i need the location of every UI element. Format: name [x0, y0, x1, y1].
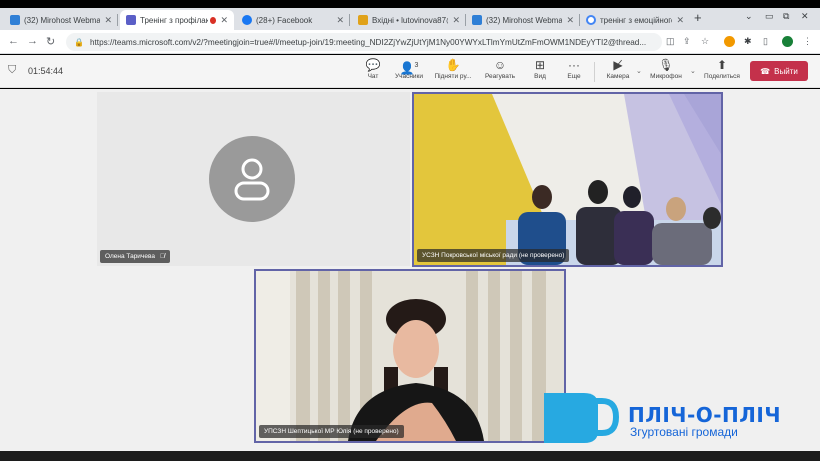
tab-title: Вхідні • lutovinova87@ — [372, 15, 449, 25]
menu-icon[interactable]: ⋮ — [803, 36, 812, 47]
tab-google-search[interactable]: тренінг з емоційного в ✕ — [580, 10, 690, 30]
plich-o-plich-logo: ПЛІЧ-О-ПЛІЧ Згуртовані громади — [538, 387, 818, 447]
chevron-down-icon[interactable]: ⌄ — [690, 67, 696, 75]
taskbar — [0, 451, 820, 461]
participant-name: УСЗН Покровської міської ради (не провер… — [417, 249, 570, 262]
mic-off-icon: 🎙 — [658, 58, 674, 72]
people-icon: 👤3 — [399, 61, 419, 75]
participant-name: Олена Таричева 🎙̸ — [100, 250, 170, 263]
close-icon[interactable]: ✕ — [104, 15, 112, 26]
chevron-down-icon[interactable]: ⌄ — [636, 67, 642, 75]
forward-icon[interactable]: → — [27, 35, 38, 47]
url-text: https://teams.microsoft.com/v2/?meetingj… — [89, 37, 647, 47]
share-icon[interactable]: ⇪ — [683, 36, 691, 47]
tab-search-icon[interactable]: ⌄ — [745, 11, 753, 22]
participant-tile[interactable]: Олена Таричева 🎙̸ — [97, 92, 410, 266]
mic-button[interactable]: 🎙 Микрофон — [646, 58, 686, 80]
leave-button[interactable]: ☎ Выйти — [750, 61, 808, 81]
recording-icon — [210, 16, 217, 24]
share-screen-icon: ⬆ — [716, 58, 728, 72]
close-icon[interactable]: ✕ — [566, 15, 574, 26]
raise-hand-button[interactable]: ✋ Підняти ру... — [433, 58, 473, 80]
participant-name: УПСЗН Шептицької МР Юлія (не проверено) — [259, 425, 404, 438]
facebook-icon — [242, 15, 252, 25]
mail-icon — [472, 15, 482, 25]
meeting-toolbar: ⛉ 01:54:44 💬 Чат 👤3 Учасники ✋ Підняти р… — [0, 55, 820, 88]
camera-blocked-icon[interactable]: ◫ — [666, 36, 675, 47]
camera-off-icon: ▶̸ — [613, 58, 623, 72]
puzzle-icon[interactable]: ✱ — [744, 36, 752, 47]
tab-inbox[interactable]: Вхідні • lutovinova87@ ✕ — [352, 10, 466, 30]
camera-button[interactable]: ▶̸ Камера — [598, 58, 638, 80]
tab-facebook[interactable]: (28+) Facebook ✕ — [236, 10, 350, 30]
shield-icon: ⛉ — [8, 64, 17, 76]
extension-icon[interactable] — [724, 36, 735, 47]
profile-avatar[interactable] — [782, 36, 793, 47]
back-icon[interactable]: ← — [8, 35, 19, 47]
close-icon[interactable]: ✕ — [676, 15, 684, 26]
participant-tile[interactable]: УСЗН Покровської міської ради (не провер… — [412, 92, 723, 267]
envelope-icon — [358, 15, 368, 25]
minimize-button[interactable]: ▭ — [765, 11, 774, 22]
more-button[interactable]: ··· Еще — [554, 58, 594, 80]
close-icon[interactable]: ✕ — [220, 15, 228, 26]
sidebar-icon[interactable]: ▯ — [763, 36, 768, 47]
teams-icon — [126, 15, 136, 25]
chat-icon: 💬 — [365, 58, 381, 72]
share-button[interactable]: ⬆ Поделиться — [702, 58, 742, 80]
tab-title: (32) Mirohost Webmail — [24, 15, 101, 25]
tab-webmail-1[interactable]: (32) Mirohost Webmail ✕ — [4, 10, 118, 30]
mic-muted-icon: 🎙̸ — [159, 253, 165, 260]
meeting-timer: 01:54:44 — [28, 66, 64, 76]
close-window-button[interactable]: ✕ — [801, 11, 809, 22]
new-tab-button[interactable]: + — [694, 10, 702, 25]
tab-webmail-2[interactable]: (32) Mirohost Webmail ✕ — [466, 10, 580, 30]
google-icon — [586, 15, 596, 25]
avatar — [209, 136, 295, 222]
close-icon[interactable]: ✕ — [452, 15, 460, 26]
screen: (32) Mirohost Webmail ✕ Тренінг з профіл… — [0, 0, 820, 461]
tab-teams[interactable]: Тренінг з профілак ✕ — [120, 10, 234, 30]
reload-icon[interactable]: ↻ — [46, 35, 55, 48]
video-feed — [256, 271, 564, 441]
participant-tile[interactable]: УПСЗН Шептицької МР Юлія (не проверено) — [254, 269, 566, 443]
tab-title: Тренінг з профілак — [140, 15, 209, 25]
star-icon[interactable]: ☆ — [701, 36, 709, 47]
smile-icon: ☺ — [493, 58, 507, 72]
logo-title: ПЛІЧ-О-ПЛІЧ — [628, 403, 782, 427]
logo-mark-icon — [544, 393, 620, 443]
url-field[interactable]: 🔒 https://teams.microsoft.com/v2/?meetin… — [66, 33, 662, 51]
more-icon: ··· — [568, 58, 580, 72]
lock-icon: 🔒 — [74, 37, 84, 47]
phone-hangup-icon: ☎ — [760, 66, 771, 76]
restore-button[interactable]: ⧉ — [783, 11, 789, 22]
close-icon[interactable]: ✕ — [336, 15, 344, 26]
person-icon — [234, 158, 270, 201]
react-button[interactable]: ☺ Реагувать — [480, 58, 520, 80]
tab-title: тренінг з емоційного в — [600, 15, 673, 25]
mail-icon — [10, 15, 20, 25]
chat-button[interactable]: 💬 Чат — [353, 58, 393, 80]
address-bar: ← → ↻ 🔒 https://teams.microsoft.com/v2/?… — [0, 30, 820, 54]
video-feed — [414, 94, 721, 265]
tab-title: (32) Mirohost Webmail — [486, 15, 563, 25]
participants-button[interactable]: 👤3 Учасники — [389, 58, 429, 80]
tab-title: (28+) Facebook — [256, 15, 313, 25]
logo-subtitle: Згуртовані громади — [630, 425, 738, 439]
hand-icon: ✋ — [445, 58, 461, 72]
